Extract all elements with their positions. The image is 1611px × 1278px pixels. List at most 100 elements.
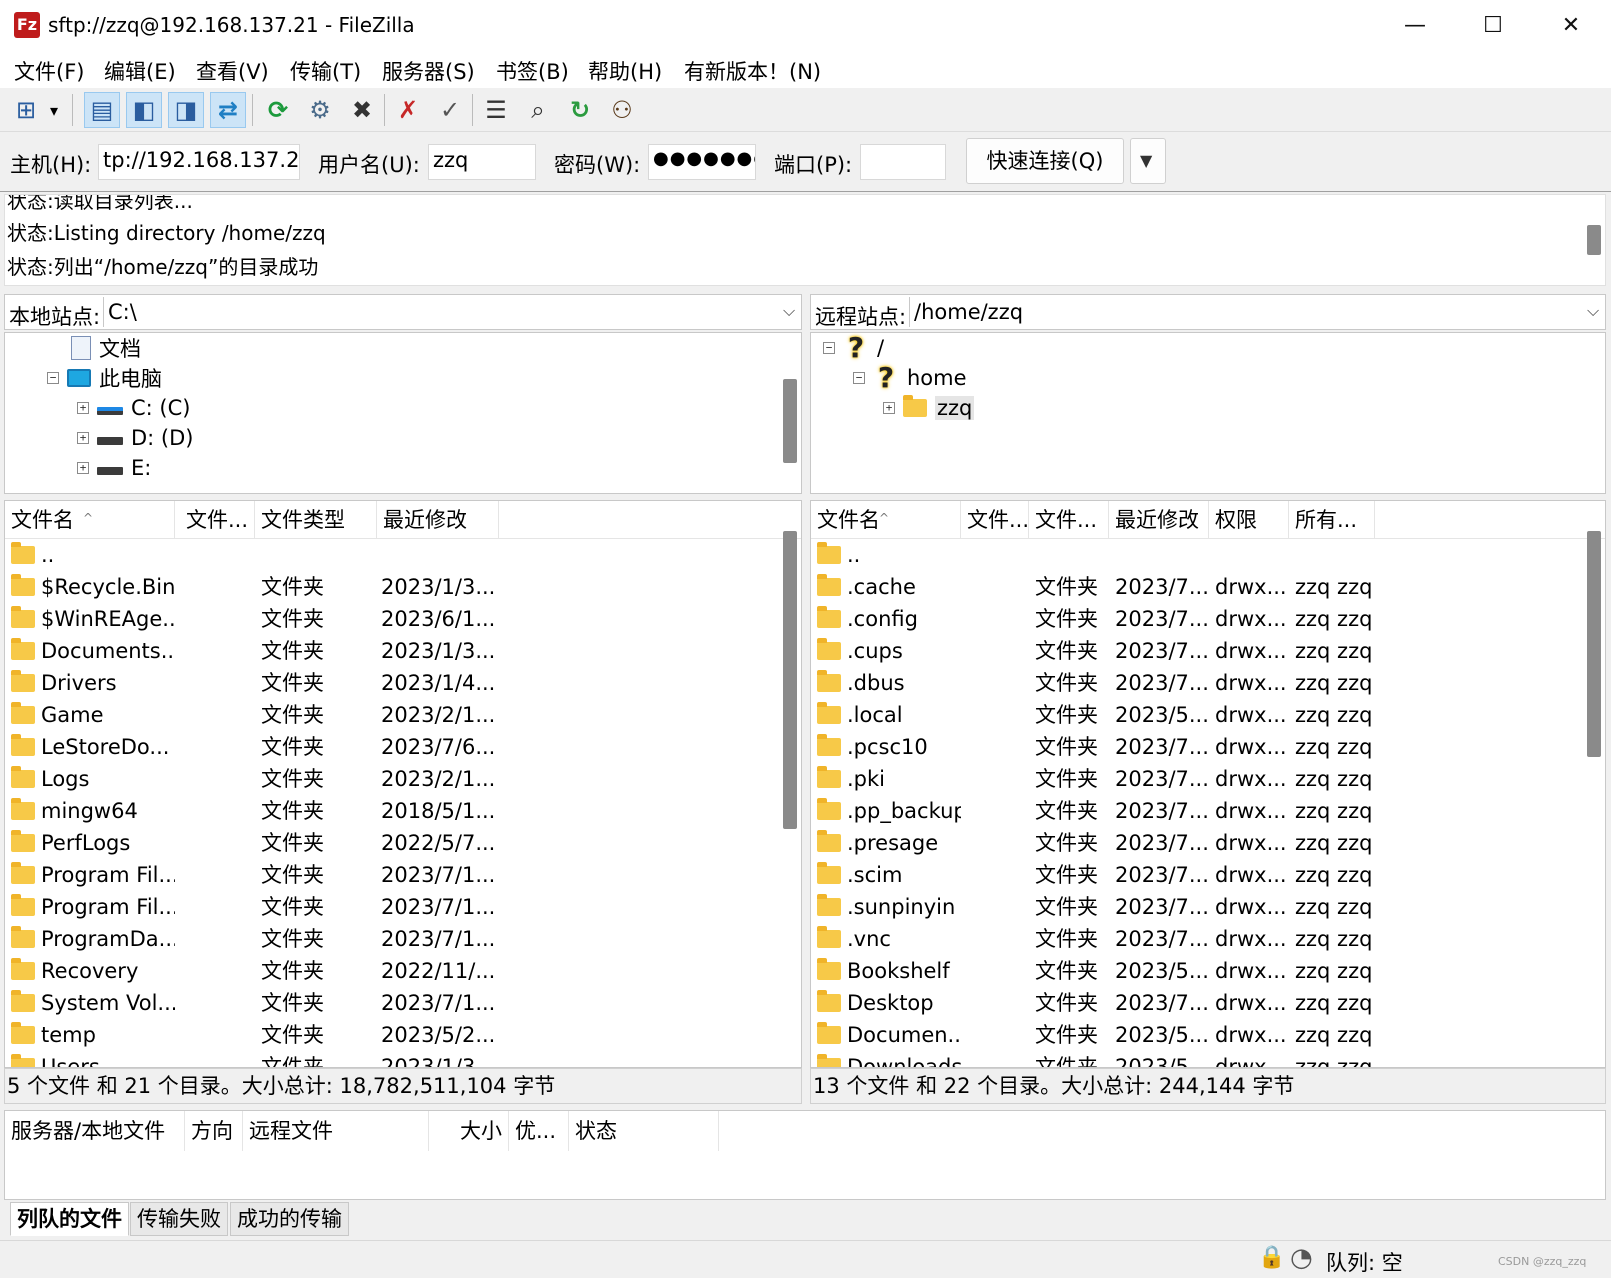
table-row[interactable]: Game 文件夹 2023/2/1... bbox=[5, 699, 801, 731]
table-row[interactable]: temp 文件夹 2023/5/2... bbox=[5, 1019, 801, 1051]
close-button[interactable]: ✕ bbox=[1532, 0, 1610, 52]
table-row[interactable]: Users 文件夹 2023/1/3... bbox=[5, 1051, 801, 1067]
toggle-sync-browsing-icon[interactable]: ⌕ bbox=[520, 92, 556, 128]
site-manager-dropdown-icon[interactable]: ▾ bbox=[44, 92, 64, 128]
column-header-filetype[interactable]: 文件... bbox=[1029, 501, 1109, 539]
tree-item-drive-e[interactable]: + E: bbox=[77, 453, 151, 483]
table-row[interactable]: .config 文件夹 2023/7... drwx... zzq zzq bbox=[811, 603, 1605, 635]
table-row[interactable]: .cache 文件夹 2023/7... drwx... zzq zzq bbox=[811, 571, 1605, 603]
menu-transfer[interactable]: 传输(T) bbox=[290, 56, 361, 86]
table-row[interactable]: ProgramDa... 文件夹 2023/7/1... bbox=[5, 923, 801, 955]
queue-column-local-file[interactable]: 服务器/本地文件 bbox=[5, 1111, 185, 1151]
password-input[interactable]: ●●●●●●● bbox=[648, 144, 756, 180]
table-row[interactable]: Documents... 文件夹 2023/1/3... bbox=[5, 635, 801, 667]
table-row[interactable]: .local 文件夹 2023/5... drwx... zzq zzq bbox=[811, 699, 1605, 731]
tab-successful-transfers[interactable]: 成功的传输 bbox=[230, 1202, 349, 1236]
collapse-icon[interactable]: − bbox=[823, 342, 835, 354]
tab-queued-files[interactable]: 列队的文件 bbox=[10, 1202, 129, 1236]
toggle-log-icon[interactable]: ▤ bbox=[84, 92, 120, 128]
table-row[interactable]: .pcsc10 文件夹 2023/7... drwx... zzq zzq bbox=[811, 731, 1605, 763]
username-input[interactable]: zzq bbox=[428, 144, 536, 180]
table-row[interactable]: Bookshelf 文件夹 2023/5... drwx... zzq zzq bbox=[811, 955, 1605, 987]
site-manager-icon[interactable]: ⊞ bbox=[8, 92, 44, 128]
speed-limit-icon[interactable]: ◔ bbox=[1290, 1243, 1313, 1273]
menu-new-version[interactable]: 有新版本！(N) bbox=[684, 56, 821, 86]
queue-column-size[interactable]: 大小 bbox=[429, 1111, 509, 1151]
host-input[interactable]: tp://192.168.137.21 bbox=[98, 144, 300, 180]
tree-item-this-pc[interactable]: − 此电脑 bbox=[47, 363, 162, 393]
menu-edit[interactable]: 编辑(E) bbox=[104, 56, 176, 86]
column-header-owner[interactable]: 所有... bbox=[1289, 501, 1375, 539]
disconnect-icon[interactable]: ✗ bbox=[390, 92, 426, 128]
chevron-down-icon[interactable]: ⌵ bbox=[783, 301, 795, 321]
table-row[interactable]: .vnc 文件夹 2023/7... drwx... zzq zzq bbox=[811, 923, 1605, 955]
table-row[interactable]: System Vol... 文件夹 2023/7/1... bbox=[5, 987, 801, 1019]
expand-icon[interactable]: + bbox=[77, 462, 89, 474]
menu-help[interactable]: 帮助(H) bbox=[588, 56, 662, 86]
tab-failed-transfers[interactable]: 传输失败 bbox=[130, 1202, 228, 1236]
chevron-down-icon[interactable]: ⌵ bbox=[1587, 301, 1599, 321]
column-header-modified[interactable]: 最近修改 bbox=[377, 501, 499, 539]
search-remote-files-icon[interactable]: ⚇ bbox=[604, 92, 640, 128]
queue-column-remote-file[interactable]: 远程文件 bbox=[243, 1111, 429, 1151]
tree-item-root[interactable]: − ? / bbox=[823, 333, 884, 363]
table-row[interactable]: PerfLogs 文件夹 2022/5/7... bbox=[5, 827, 801, 859]
column-header-filesize[interactable]: 文件... bbox=[175, 501, 255, 539]
toggle-local-tree-icon[interactable]: ◧ bbox=[126, 92, 162, 128]
table-row[interactable]: Logs 文件夹 2023/2/1... bbox=[5, 763, 801, 795]
table-row[interactable]: .dbus 文件夹 2023/7... drwx... zzq zzq bbox=[811, 667, 1605, 699]
minimize-button[interactable]: — bbox=[1376, 0, 1454, 52]
queue-column-status[interactable]: 状态 bbox=[569, 1111, 719, 1151]
expand-icon[interactable]: + bbox=[77, 432, 89, 444]
quickconnect-dropdown-button[interactable]: ▼ bbox=[1130, 138, 1166, 184]
table-row[interactable]: Documen... 文件夹 2023/5... drwx... zzq zzq bbox=[811, 1019, 1605, 1051]
toggle-queue-icon[interactable]: ⇄ bbox=[210, 92, 246, 128]
queue-column-direction[interactable]: 方向 bbox=[185, 1111, 243, 1151]
menu-view[interactable]: 查看(V) bbox=[196, 56, 269, 86]
table-row[interactable]: Recovery 文件夹 2022/11/... bbox=[5, 955, 801, 987]
tree-item-drive-d[interactable]: + D: (D) bbox=[77, 423, 193, 453]
table-row[interactable]: .pki 文件夹 2023/7... drwx... zzq zzq bbox=[811, 763, 1605, 795]
local-path-input[interactable]: C:\ bbox=[103, 297, 799, 327]
quickconnect-button[interactable]: 快速连接(Q) bbox=[966, 138, 1124, 184]
table-row[interactable]: .. bbox=[5, 539, 801, 571]
collapse-icon[interactable]: − bbox=[853, 372, 865, 384]
directory-listing-filters-icon[interactable]: ☰ bbox=[478, 92, 514, 128]
table-row[interactable]: Drivers 文件夹 2023/1/4... bbox=[5, 667, 801, 699]
cancel-icon[interactable]: ✖ bbox=[344, 92, 380, 128]
column-header-permissions[interactable]: 权限 bbox=[1209, 501, 1289, 539]
log-scrollbar[interactable] bbox=[1587, 225, 1601, 255]
tree-item-documents[interactable]: 文档 bbox=[71, 333, 141, 363]
column-header-filename[interactable]: 文件名 ^ bbox=[811, 501, 961, 539]
table-row[interactable]: Program Fil... 文件夹 2023/7/1... bbox=[5, 891, 801, 923]
table-row[interactable]: mingw64 文件夹 2018/5/1... bbox=[5, 795, 801, 827]
port-input[interactable] bbox=[860, 144, 946, 180]
menu-server[interactable]: 服务器(S) bbox=[382, 56, 475, 86]
table-row[interactable]: .cups 文件夹 2023/7... drwx... zzq zzq bbox=[811, 635, 1605, 667]
refresh-icon[interactable]: ⟳ bbox=[260, 92, 296, 128]
menu-bookmarks[interactable]: 书签(B) bbox=[496, 56, 569, 86]
table-row[interactable]: .sunpinyin 文件夹 2023/7... drwx... zzq zzq bbox=[811, 891, 1605, 923]
process-queue-icon[interactable]: ⚙ bbox=[302, 92, 338, 128]
message-log[interactable]: 状态:读取目录列表... 状态:Listing directory /home/… bbox=[4, 194, 1606, 286]
table-row[interactable]: .presage 文件夹 2023/7... drwx... zzq zzq bbox=[811, 827, 1605, 859]
remote-path-input[interactable]: /home/zzq bbox=[909, 297, 1603, 327]
expand-icon[interactable]: + bbox=[77, 402, 89, 414]
table-row[interactable]: .pp_backup 文件夹 2023/7... drwx... zzq zzq bbox=[811, 795, 1605, 827]
local-tree-scrollbar[interactable] bbox=[783, 379, 797, 463]
tree-item-zzq[interactable]: + zzq bbox=[883, 393, 975, 423]
collapse-icon[interactable]: − bbox=[47, 372, 59, 384]
expand-icon[interactable]: + bbox=[883, 402, 895, 414]
table-row[interactable]: Desktop 文件夹 2023/7... drwx... zzq zzq bbox=[811, 987, 1605, 1019]
directory-comparison-icon[interactable]: ↻ bbox=[562, 92, 598, 128]
reconnect-icon[interactable]: ✓ bbox=[432, 92, 468, 128]
toggle-remote-tree-icon[interactable]: ◨ bbox=[168, 92, 204, 128]
column-header-modified[interactable]: 最近修改 bbox=[1109, 501, 1209, 539]
table-row[interactable]: LeStoreDo... 文件夹 2023/7/6... bbox=[5, 731, 801, 763]
table-row[interactable]: .. bbox=[811, 539, 1605, 571]
queue-column-priority[interactable]: 优... bbox=[509, 1111, 569, 1151]
table-row[interactable]: $WinREAge... 文件夹 2023/6/1... bbox=[5, 603, 801, 635]
menu-file[interactable]: 文件(F) bbox=[14, 56, 84, 86]
column-header-filesize[interactable]: 文件... bbox=[961, 501, 1029, 539]
tree-item-home[interactable]: − ? home bbox=[853, 363, 967, 393]
